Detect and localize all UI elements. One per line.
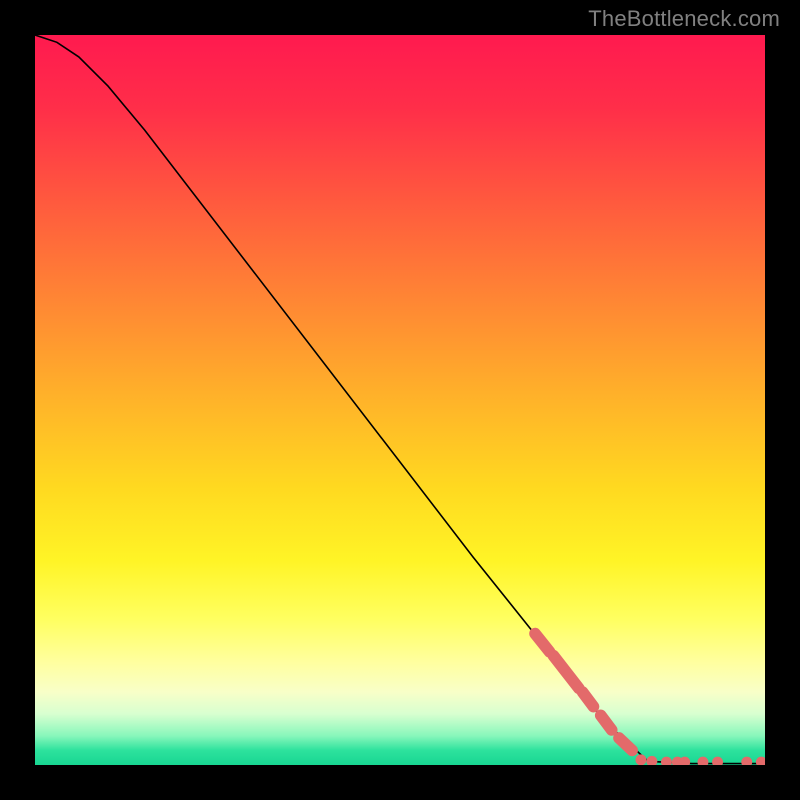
chart-plot-area [35, 35, 765, 765]
curve-marker-dot [635, 754, 646, 765]
bottleneck-curve [35, 35, 765, 764]
highlighted-dots [635, 754, 765, 765]
curve-marker-dot [741, 757, 752, 765]
curve-marker-dot [646, 756, 657, 765]
curve-marker-segment [535, 634, 550, 652]
curve-marker-segment [583, 692, 594, 707]
highlighted-segments [535, 634, 632, 751]
curve-marker-dot [697, 757, 708, 765]
watermark-text: TheBottleneck.com [588, 6, 780, 32]
curve-marker-dot [712, 757, 723, 765]
curve-marker-segment [553, 656, 579, 689]
curve-marker-segment [619, 738, 632, 750]
curve-marker-dot [661, 757, 672, 765]
curve-marker-dot [756, 757, 765, 765]
chart-svg [35, 35, 765, 765]
curve-marker-segment [601, 715, 612, 730]
